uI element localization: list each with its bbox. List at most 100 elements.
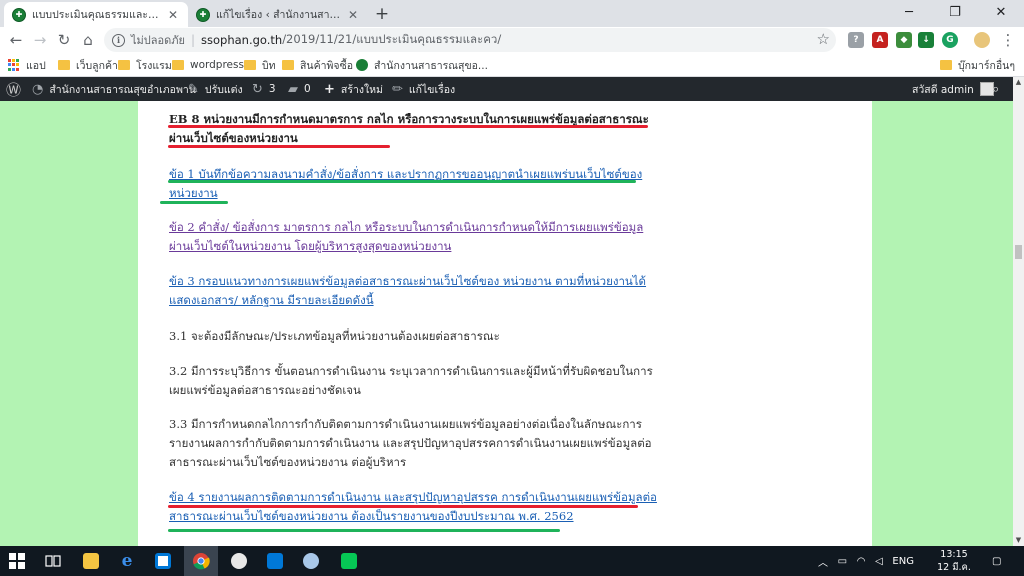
line-button[interactable] xyxy=(332,546,366,576)
back-button[interactable]: ← xyxy=(6,30,26,50)
app-button[interactable] xyxy=(294,546,328,576)
home-button[interactable]: ⌂ xyxy=(78,30,98,50)
comments-count: 0 xyxy=(304,83,311,95)
bookmark-apps[interactable]: แอป xyxy=(8,57,46,73)
edit-post-link[interactable]: ✏ แก้ไขเรื่อง xyxy=(392,77,455,101)
item-1-link[interactable]: ข้อ 1 บันทึกข้อความลงนามคำสั่ง/ข้อสั่งกา… xyxy=(169,165,659,203)
site-favicon-icon: ✚ xyxy=(196,7,210,22)
article-heading: EB 8 หน่วยงานมีการกำหนดมาตรการ กลไก หรือ… xyxy=(169,112,649,145)
grammar-extension-icon[interactable]: G xyxy=(942,32,958,48)
security-label: ไม่ปลอดภัย xyxy=(131,34,185,47)
bookmark-label: เว็บลูกค้า xyxy=(76,59,118,72)
url-path: /2019/11/21/แบบประเมินคุณธรรมและคว/ xyxy=(282,32,502,46)
site-name-link[interactable]: ◔ สำนักงานสาธารณสุขอำเภอพาน xyxy=(32,77,196,101)
bookmark-folder[interactable]: เว็บลูกค้า xyxy=(58,57,118,73)
bookmark-label: บุ๊กมาร์กอื่นๆ xyxy=(958,59,1015,72)
store-icon xyxy=(155,553,171,569)
paragraph-3-3: 3.3 มีการกำหนดกลไกการกำกับติดตามการดำเนิ… xyxy=(169,417,652,469)
minimize-button[interactable]: ─ xyxy=(886,0,932,27)
new-tab-button[interactable]: + xyxy=(372,4,392,24)
page-scrollbar[interactable]: ▲ ▼ xyxy=(1013,77,1024,546)
my-account-link[interactable]: สวัสดี admin xyxy=(912,77,994,101)
dashboard-icon: ◔ xyxy=(32,81,44,97)
chevron-up-icon[interactable]: ︿ xyxy=(818,554,828,569)
system-clock[interactable]: 13:15 12 มี.ค. 2563 xyxy=(928,548,980,576)
mail-button[interactable] xyxy=(258,546,292,576)
edge-button[interactable]: e xyxy=(110,546,144,576)
profile-avatar-icon[interactable] xyxy=(974,32,990,48)
notifications-button[interactable]: ▢ xyxy=(992,546,1001,576)
chrome-button[interactable] xyxy=(184,546,218,576)
task-view-icon xyxy=(45,555,61,567)
updates-link[interactable]: ↻ 3 xyxy=(252,77,276,101)
close-window-button[interactable]: ✕ xyxy=(978,0,1024,27)
comments-link[interactable]: ▰ 0 xyxy=(288,77,311,101)
folder-icon xyxy=(940,60,952,70)
wordpress-logo-icon: Ⓦ xyxy=(6,80,22,99)
customize-link[interactable]: ✎ ปรับแต่ง xyxy=(188,77,243,101)
bookmark-label: โรงแรม xyxy=(136,59,172,72)
folder-icon xyxy=(282,60,294,70)
close-tab-icon[interactable]: ✕ xyxy=(346,8,360,22)
tab-active[interactable]: ✚ แบบประเมินคุณธรรมและความโปร่งใสฯ ✕ xyxy=(4,2,188,27)
wp-logo-button[interactable]: Ⓦ xyxy=(6,77,27,101)
updates-icon: ↻ xyxy=(252,81,263,97)
bookmark-folder[interactable]: โรงแรม xyxy=(118,57,172,73)
file-explorer-button[interactable] xyxy=(74,546,108,576)
greeting: สวัสดี admin xyxy=(912,83,974,96)
bookmark-other[interactable]: บุ๊กมาร์กอื่นๆ xyxy=(940,57,1015,73)
extension-icon[interactable]: ◆ xyxy=(896,32,912,48)
volume-icon[interactable]: ◁ xyxy=(875,556,883,567)
browser-tab-strip: ✚ แบบประเมินคุณธรรมและความโปร่งใสฯ ✕ ✚ แ… xyxy=(0,0,1024,27)
paint-button[interactable] xyxy=(222,546,256,576)
clock-date: 12 มี.ค. 2563 xyxy=(937,562,971,576)
paragraph-3-2: 3.2 มีการระบุวิธีการ ขั้นตอนการดำเนินงาน… xyxy=(169,364,653,397)
new-content-link[interactable]: + สร้างใหม่ xyxy=(324,77,383,101)
task-view-button[interactable] xyxy=(36,546,70,576)
start-button[interactable] xyxy=(0,546,34,576)
pencil-icon: ✏ xyxy=(392,81,403,97)
paragraph-3-1: 3.1 จะต้องมีลักษณะ/ประเภทข้อมูลที่หน่วยง… xyxy=(169,329,500,343)
search-icon: ⌕ xyxy=(992,81,1000,97)
scroll-thumb[interactable] xyxy=(1015,245,1022,259)
line-icon xyxy=(341,553,357,569)
plus-icon: + xyxy=(324,81,335,97)
brush-icon: ✎ xyxy=(188,81,199,97)
address-bar[interactable]: i ไม่ปลอดภัย | ssophan.go.th /2019/11/21… xyxy=(104,28,836,52)
site-favicon-icon xyxy=(356,59,368,71)
close-tab-icon[interactable]: ✕ xyxy=(166,8,180,22)
pdf-extension-icon[interactable]: A xyxy=(872,32,888,48)
admin-search-button[interactable]: ⌕ xyxy=(992,77,1005,101)
red-underline-mark xyxy=(168,125,648,128)
site-name: สำนักงานสาธารณสุขอำเภอพาน xyxy=(49,83,196,96)
bookmark-folder[interactable]: บิท xyxy=(244,57,276,73)
green-underline-mark xyxy=(160,201,228,204)
menu-icon[interactable]: ⋮ xyxy=(998,30,1018,50)
separator: | xyxy=(190,33,195,47)
app-icon xyxy=(303,553,319,569)
item-3-link[interactable]: ข้อ 3 กรอบแนวทางการเผยแพร่ข้อมูลต่อสาธาร… xyxy=(169,272,659,310)
wifi-icon[interactable]: ◠ xyxy=(857,556,866,567)
bookmark-folder[interactable]: wordpress xyxy=(172,57,244,73)
language-indicator[interactable]: ENG xyxy=(892,556,914,567)
download-icon[interactable]: ↓ xyxy=(918,32,934,48)
tab-title: แก้ไขเรื่อง ‹ สำนักงานสาธารณสุขอำเภอพาน xyxy=(216,9,340,21)
store-button[interactable] xyxy=(146,546,180,576)
scroll-down-arrow-icon[interactable]: ▼ xyxy=(1013,535,1024,546)
maximize-button[interactable]: ❐ xyxy=(932,0,978,27)
bookmark-site[interactable]: สำนักงานสาธารณสุขอ... xyxy=(356,57,488,73)
reload-button[interactable]: ↻ xyxy=(54,30,74,50)
network-icon[interactable]: ▭ xyxy=(838,556,847,567)
bookmark-folder[interactable]: สินค้าพิจซื้อ xyxy=(282,57,353,73)
folder-icon xyxy=(244,60,256,70)
forward-button[interactable]: → xyxy=(30,30,50,50)
bookmark-label: สินค้าพิจซื้อ xyxy=(300,59,354,72)
bookmark-star-icon[interactable]: ☆ xyxy=(817,30,830,48)
edit-post-label: แก้ไขเรื่อง xyxy=(408,83,456,96)
tab-inactive[interactable]: ✚ แก้ไขเรื่อง ‹ สำนักงานสาธารณสุขอำเภอพา… xyxy=(188,2,368,27)
info-icon[interactable]: i xyxy=(112,33,125,47)
red-underline-mark xyxy=(168,145,390,148)
extension-icon[interactable]: ? xyxy=(848,32,864,48)
item-2-link[interactable]: ข้อ 2 คำสั่ง/ ข้อสั่งการ มาตรการ กลไก หร… xyxy=(169,218,659,256)
scroll-up-arrow-icon[interactable]: ▲ xyxy=(1013,77,1024,88)
